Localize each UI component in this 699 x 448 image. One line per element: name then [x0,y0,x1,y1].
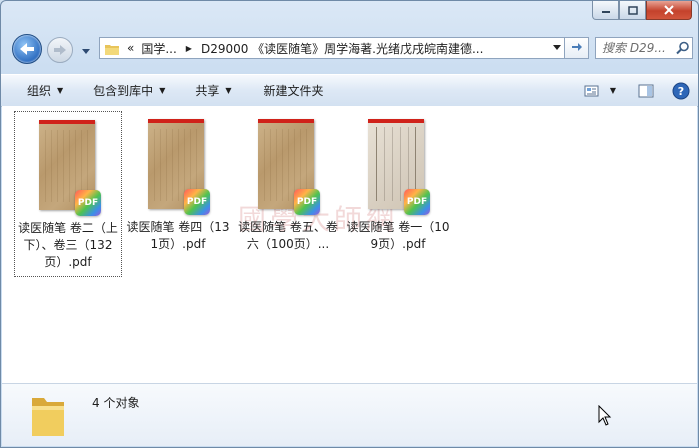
pdf-icon: PDF [184,189,210,215]
chevron-down-icon: ▼ [57,86,64,95]
new-folder-button[interactable]: 新建文件夹 [244,75,336,106]
search-input[interactable] [596,41,676,55]
search-box[interactable] [595,37,693,59]
recent-pages-dropdown[interactable] [82,44,90,58]
pdf-header-strip [258,119,314,123]
breadcrumb-item-current-folder[interactable]: D29000 《读医随笔》周学海著.光绪戊戌皖南建德... [201,40,484,57]
file-item[interactable]: PDF 读医随笔 卷一（109页）.pdf [344,111,452,277]
preview-pane-icon [638,84,654,97]
include-library-label: 包含到库中 [93,84,154,98]
new-folder-label: 新建文件夹 [263,84,324,98]
share-menu[interactable]: 共享 ▼ [177,75,243,106]
address-dropdown[interactable] [550,45,564,51]
explorer-window: « 国学... ▶ D29000 《读医随笔》周学海著.光绪戊戌皖南建德... … [0,0,699,448]
forward-arrow-icon [54,45,66,55]
pdf-header-strip [39,120,95,124]
view-icon [584,85,599,96]
forward-button[interactable] [47,37,73,63]
file-item[interactable]: PDF 读医随笔 卷二（上下）、卷三（132页）.pdf [14,111,122,277]
file-name[interactable]: 读医随笔 卷二（上下）、卷三（132页）.pdf [17,220,119,271]
toolbar-right: ▼ ? [570,75,690,106]
share-label: 共享 [195,84,220,98]
maximize-icon [627,5,638,15]
organize-menu[interactable]: 组织 ▼ [1,75,75,106]
close-button[interactable] [646,1,692,20]
help-icon: ? [672,82,690,99]
minimize-icon [601,11,610,13]
breadcrumb-overflow[interactable]: « [127,41,134,55]
chevron-down-icon: ▼ [609,86,616,95]
refresh-icon [571,43,582,51]
preview-pane-button[interactable] [638,84,654,98]
chevron-down-icon [82,49,90,54]
caption-buttons [592,1,692,20]
file-name[interactable]: 读医随笔 卷五、卷六（100页）... [236,219,340,253]
pdf-icon: PDF [294,189,320,215]
file-item[interactable]: PDF 读医随笔 卷四（131页）.pdf [124,111,232,277]
file-list[interactable]: 國學大師網 PDF 读医随笔 卷二（上下）、卷三（132页）.pdf PDF 读… [2,106,697,383]
address-bar[interactable]: « 国学... ▶ D29000 《读医随笔》周学海著.光绪戊戌皖南建德... [99,37,565,59]
command-bar: 组织 ▼ 包含到库中 ▼ 共享 ▼ 新建文件夹 ▼ ? [1,74,698,107]
pdf-header-strip [368,119,424,123]
item-count: 4 个对象 [92,396,140,410]
folder-icon [30,392,66,436]
chevron-down-icon [553,45,561,50]
mouse-cursor-icon [598,404,612,430]
chevron-down-icon: ▼ [225,86,232,95]
pdf-icon: PDF [75,190,101,216]
organize-label: 组织 [27,84,52,98]
change-view-button[interactable]: ▼ [584,84,616,98]
svg-text:?: ? [678,85,684,98]
navigation-bar: « 国学... ▶ D29000 《读医随笔》周学海著.光绪戊戌皖南建德... [9,31,693,67]
include-in-library-menu[interactable]: 包含到库中 ▼ [75,75,177,106]
back-arrow-icon [20,43,34,55]
maximize-button[interactable] [619,1,646,20]
breadcrumb-separator-icon[interactable]: ▶ [186,44,192,53]
breadcrumb-item-guoxue[interactable]: 国学... [141,40,176,57]
file-name[interactable]: 读医随笔 卷一（109页）.pdf [346,219,450,253]
search-icon[interactable] [676,41,690,55]
folder-icon [105,43,119,55]
details-pane: 4 个对象 [2,383,697,446]
pdf-header-strip [148,119,204,123]
back-button[interactable] [12,34,42,64]
chevron-down-icon: ▼ [159,86,166,95]
breadcrumb: « 国学... ▶ D29000 《读医随笔》周学海著.光绪戊戌皖南建德... [125,40,486,57]
minimize-button[interactable] [592,1,619,20]
file-name[interactable]: 读医随笔 卷四（131页）.pdf [126,219,230,253]
help-button[interactable]: ? [672,82,690,100]
refresh-button[interactable] [565,37,589,59]
pdf-icon: PDF [404,189,430,215]
file-item[interactable]: PDF 读医随笔 卷五、卷六（100页）... [234,111,342,277]
close-icon [664,5,674,15]
